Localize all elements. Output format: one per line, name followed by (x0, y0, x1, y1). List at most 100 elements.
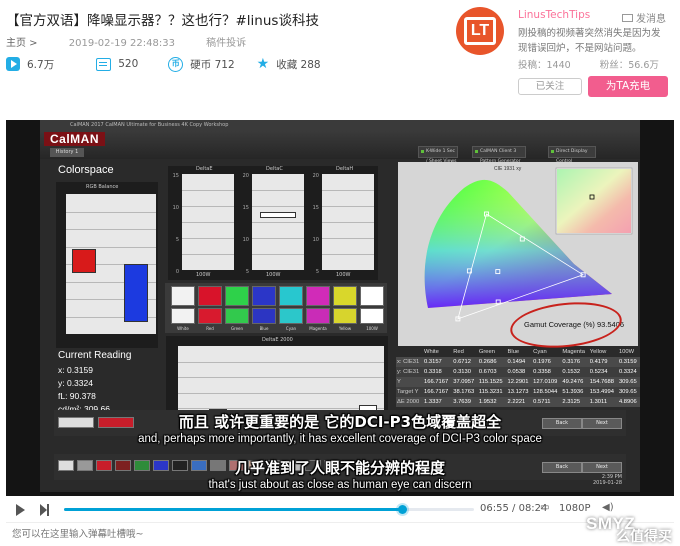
video-title: 【官方双语】降噪显示器？？这也行？#linus谈科技 (6, 13, 319, 29)
current-reading-title: Current Reading (58, 350, 132, 361)
envelope-icon (622, 13, 633, 22)
delta-chart-bottom: 100W (336, 272, 351, 278)
gridline (178, 361, 384, 363)
swatch-actual (225, 286, 249, 306)
gridline (182, 238, 234, 239)
table-cell: 0.3130 (452, 367, 478, 377)
gridline (178, 377, 384, 379)
coins-count[interactable]: 硬币 712 (190, 57, 234, 72)
star-icon[interactable]: ★ (257, 57, 270, 71)
tick-label: 10 (242, 237, 249, 243)
uploader-name[interactable]: LinusTechTips (518, 9, 590, 21)
time-separator: / (512, 503, 519, 514)
gridline (322, 222, 374, 223)
delta-chart-bottom: 100W (196, 272, 211, 278)
play-icon[interactable] (16, 504, 25, 516)
tick-label: 0 (175, 269, 179, 275)
gridline (182, 190, 234, 191)
resolution-select[interactable]: 1080P (559, 503, 590, 514)
table-header-cell: Cyan (533, 349, 547, 355)
table-cell: Target Y (396, 387, 424, 397)
table-header-cell: Magenta (562, 349, 585, 355)
next-episode-icon[interactable] (40, 504, 50, 516)
swatch-actual (198, 286, 222, 306)
table-cell: 0.6703 (477, 367, 507, 377)
table-cell: 1.9532 (477, 397, 507, 407)
table-cell: 2.3125 (561, 397, 589, 407)
gridline (66, 246, 156, 248)
toolbar-pill-2: CalMAN Client 3 Pattern Generator (472, 146, 526, 164)
table-cell: 1.3011 (588, 397, 618, 407)
swatch-target (171, 308, 195, 324)
delta-chart-label: DeltaE (196, 166, 213, 172)
table-row: Y 166.7167 37.0957 115.1525 12.2901 127.0109 4… (396, 377, 640, 387)
table-cell: 49.2476 (561, 377, 589, 387)
cie-zoom-gradient (557, 169, 631, 233)
table-cell: 37.0957 (452, 377, 478, 387)
reading-y: y: 0.3324 (58, 378, 93, 388)
seek-knob[interactable] (397, 505, 407, 514)
volume-icon[interactable]: ◀) (602, 502, 614, 513)
report-link[interactable]: 稿件投诉 (206, 38, 246, 49)
table-header-cell: Blue (507, 349, 520, 355)
reading-x: x: 0.3159 (58, 365, 93, 375)
table-cell: 166.7167 (423, 377, 453, 387)
coin-stat[interactable]: 币 硬币 712 (168, 56, 235, 72)
video-player[interactable]: CalMAN 2017 CalMAN Ultimate for Business… (6, 120, 674, 522)
time-display: 06:55 / 08:24 (480, 503, 547, 514)
gridline (182, 254, 234, 255)
table-cell: 0.6712 (452, 357, 478, 367)
table-header-cell (396, 347, 423, 357)
gridline (178, 392, 384, 394)
gridline (66, 229, 156, 230)
delta-chart-plot (322, 174, 374, 270)
play-count-icon (6, 57, 20, 71)
table-cell: 0.5711 (532, 397, 562, 407)
uploader-sign: 刚投稿的视频著突然消失是因为发现错误回炉，不是网站问题。 (518, 28, 661, 54)
seek-bar[interactable] (64, 505, 474, 514)
current-reading: Current Reading x: 0.3159 y: 0.3324 fL: … (58, 349, 131, 416)
breadcrumb[interactable]: 主页 > (6, 38, 38, 49)
gridline (322, 190, 374, 191)
danmaku-toggle-icon[interactable]: ▭ (540, 502, 549, 513)
tick-label: 15 (312, 205, 319, 211)
delta-chart-3: DeltaH 20 15 10 5 100W (308, 166, 378, 280)
swatch-target (252, 308, 276, 324)
gridline (322, 238, 374, 239)
favorite-stat[interactable]: ★ 收藏 288 (257, 57, 321, 72)
table-header-cell: Yellow (589, 349, 607, 355)
table-row: ΔE 2000 1.3337 3.7639 1.9532 2.2221 0.5711 2.3… (396, 397, 640, 407)
rgb-balance-plot (66, 194, 156, 334)
delta-c-bar (260, 212, 296, 218)
gridline (252, 206, 304, 207)
send-message-label[interactable]: 发消息 (636, 10, 666, 25)
subtitle-en-2: that's just about as close as human eye … (208, 479, 472, 491)
favorites-count[interactable]: 收藏 288 (276, 57, 320, 72)
followed-button[interactable]: 已关注 (518, 78, 582, 95)
cie-label: CIE 1931 xy (494, 166, 522, 172)
gridline (66, 211, 156, 213)
table-cell: 1.3337 (423, 397, 453, 407)
table-cell: 51.3936 (561, 387, 589, 397)
rgb-balance-label: RGB Balance (86, 184, 119, 190)
table-cell: 0.5234 (588, 367, 618, 377)
danmaku-input[interactable] (8, 526, 258, 544)
publish-date: 2019-02-19 22:48:33 (68, 38, 175, 49)
table-cell: 0.2686 (477, 357, 507, 367)
tick-label: 5 (175, 237, 179, 243)
table-cell: 0.1494 (506, 357, 533, 367)
table-cell: 128.5044 (532, 387, 562, 397)
history-tab: History 1 (50, 148, 84, 157)
uploader-avatar[interactable]: LT (456, 7, 504, 55)
table-cell: 0.3324 (617, 367, 640, 377)
tick-label: 5 (315, 269, 319, 275)
table-cell: 115.3231 (477, 387, 507, 397)
subtitle-cn-1: 而且 或许更重要的是 它的DCI-P3色域覆盖超全 (178, 413, 502, 431)
coin-icon[interactable]: 币 (168, 56, 184, 72)
swatch-label: Green (230, 326, 244, 331)
toolbar-pill-3: Direct Display Control (548, 146, 596, 164)
table-cell: 0.3159 (617, 357, 640, 367)
send-message-button[interactable]: 发消息 (622, 10, 666, 25)
gridline (182, 222, 234, 223)
charge-button[interactable]: 为TA充电 (588, 76, 668, 97)
